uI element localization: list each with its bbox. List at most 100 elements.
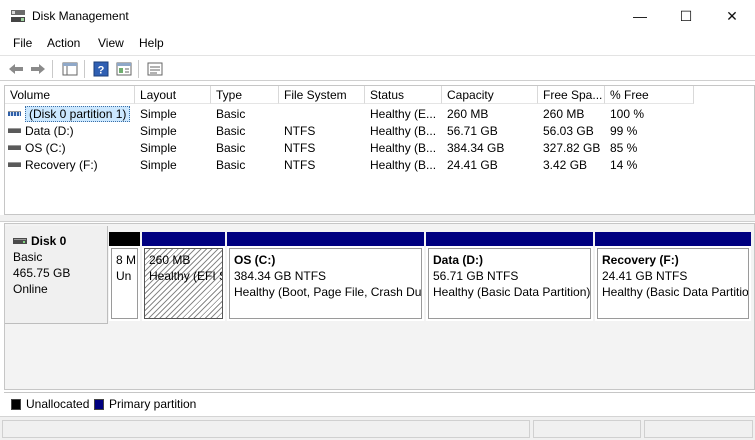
volume-icon [8, 128, 21, 134]
pane-splitter[interactable] [0, 215, 755, 222]
column-header-status[interactable]: Status [365, 86, 442, 104]
partition-status: Healthy (Basic Data Partition) [433, 285, 591, 299]
status-bar [0, 416, 755, 440]
minimize-button[interactable]: — [617, 0, 663, 32]
menu-help[interactable]: Help [139, 36, 164, 50]
volume-cell: OS (C:) [8, 140, 66, 157]
list-view-icon [147, 62, 163, 76]
partition-os-c[interactable]: OS (C:) 384.34 GB NTFS Healthy (Boot, Pa… [227, 232, 424, 321]
file-system-cell: NTFS [284, 124, 316, 138]
volume-cell: (Disk 0 partition 1) [8, 106, 131, 123]
volume-name: Data (D:) [25, 124, 74, 138]
partition-size: 56.71 GB NTFS [433, 269, 519, 283]
layout-cell: Simple [140, 141, 177, 155]
volume-name: OS (C:) [25, 141, 66, 155]
partition-status: Healthy (Boot, Page File, Crash Du [234, 285, 422, 299]
column-header-percent-free[interactable]: % Free [605, 86, 694, 104]
column-header-volume[interactable]: Volume [5, 86, 135, 104]
layout-cell: Simple [140, 158, 177, 172]
capacity-cell: 260 MB [447, 107, 489, 121]
disk-label: Disk 0 [13, 234, 107, 248]
help-button[interactable]: ? [91, 59, 111, 79]
disk-graphical-view: Disk 0 Basic 465.75 GB Online 8 M Un 260… [4, 223, 755, 390]
partition-body: 260 MB Healthy (EFI S [144, 248, 223, 319]
column-header-file-system[interactable]: File System [279, 86, 365, 104]
disk-status: Online [13, 282, 48, 296]
percent-free-cell: 100 % [610, 107, 645, 121]
console-tree-button[interactable] [60, 59, 80, 79]
column-header-capacity[interactable]: Capacity [442, 86, 538, 104]
volume-cell: Data (D:) [8, 123, 74, 140]
partition-status: Healthy (EFI S [149, 269, 223, 283]
title-bar: Disk Management — ☐ ✕ [0, 0, 755, 32]
toolbar-separator [84, 60, 85, 78]
partition-size: 8 M [116, 253, 137, 267]
close-button[interactable]: ✕ [709, 0, 755, 32]
table-row[interactable]: Data (D:) Simple Basic NTFS Healthy (B..… [5, 123, 754, 140]
table-row[interactable]: Recovery (F:) Simple Basic NTFS Healthy … [5, 157, 754, 174]
list-view-button[interactable] [145, 59, 165, 79]
disk-type: Basic [13, 250, 43, 264]
status-cell: Healthy (B... [370, 124, 437, 138]
volume-name: Recovery (F:) [25, 158, 98, 172]
status-bar-pane [644, 420, 753, 438]
capacity-cell: 384.34 GB [447, 141, 505, 155]
legend-primary-partition: Primary partition [109, 397, 197, 411]
percent-free-cell: 99 % [610, 124, 638, 138]
volume-cell: Recovery (F:) [8, 157, 98, 174]
close-icon: ✕ [726, 7, 738, 24]
table-row[interactable]: OS (C:) Simple Basic NTFS Healthy (B... … [5, 140, 754, 157]
status-cell: Healthy (B... [370, 141, 437, 155]
maximize-button[interactable]: ☐ [663, 0, 709, 32]
type-cell: Basic [216, 107, 246, 121]
partition-size: 24.41 GB NTFS [602, 269, 688, 283]
partition-color-bar [109, 232, 140, 246]
menu-view[interactable]: View [98, 36, 124, 50]
type-cell: Basic [216, 158, 246, 172]
disk-info-panel[interactable]: Disk 0 Basic 465.75 GB Online [5, 226, 108, 324]
partition-color-bar [595, 232, 751, 246]
toolbar: ? [0, 55, 755, 81]
capacity-cell: 56.71 GB [447, 124, 498, 138]
partition-recovery-f[interactable]: Recovery (F:) 24.41 GB NTFS Healthy (Bas… [595, 232, 751, 321]
properties-button[interactable] [114, 59, 134, 79]
column-header-layout[interactable]: Layout [135, 86, 211, 104]
disk-management-icon [11, 10, 25, 22]
legend: Unallocated Primary partition [4, 392, 755, 414]
column-header-type[interactable]: Type [211, 86, 279, 104]
partition-color-bar [142, 232, 225, 246]
partition-status: Healthy (Basic Data Partitio [602, 285, 749, 299]
partition-title: Data (D:) [433, 253, 483, 267]
partition-unallocated[interactable]: 8 M Un [109, 232, 140, 321]
toolbar-separator [138, 60, 139, 78]
volume-icon [8, 162, 21, 168]
free-space-cell: 56.03 GB [543, 124, 594, 138]
partition-title: OS (C:) [234, 253, 276, 267]
free-space-cell: 3.42 GB [543, 158, 588, 172]
disk-icon [13, 238, 27, 244]
status-bar-pane [2, 420, 530, 438]
maximize-icon: ☐ [679, 7, 693, 24]
table-row[interactable]: (Disk 0 partition 1) Simple Basic Health… [5, 106, 754, 123]
properties-icon [116, 62, 132, 76]
file-system-cell: NTFS [284, 158, 316, 172]
forward-button[interactable] [28, 59, 48, 79]
capacity-cell: 24.41 GB [447, 158, 498, 172]
status-bar-pane [533, 420, 641, 438]
status-cell: Healthy (B... [370, 158, 437, 172]
back-button[interactable] [6, 59, 26, 79]
column-header-free-space[interactable]: Free Spa... [538, 86, 605, 104]
layout-cell: Simple [140, 124, 177, 138]
free-space-cell: 260 MB [543, 107, 585, 121]
partition-size: 384.34 GB NTFS [234, 269, 327, 283]
partition-data-d[interactable]: Data (D:) 56.71 GB NTFS Healthy (Basic D… [426, 232, 593, 321]
volume-icon [8, 111, 21, 117]
status-cell: Healthy (E... [370, 107, 437, 121]
menu-file[interactable]: File [13, 36, 32, 50]
partition-efi[interactable]: 260 MB Healthy (EFI S [142, 232, 225, 321]
menu-bar: File Action View Help [0, 32, 755, 54]
menu-action[interactable]: Action [47, 36, 80, 50]
volume-list[interactable]: Volume Layout Type File System Status Ca… [4, 85, 755, 215]
disk-name: Disk 0 [31, 234, 67, 248]
partition-color-bar [227, 232, 424, 246]
